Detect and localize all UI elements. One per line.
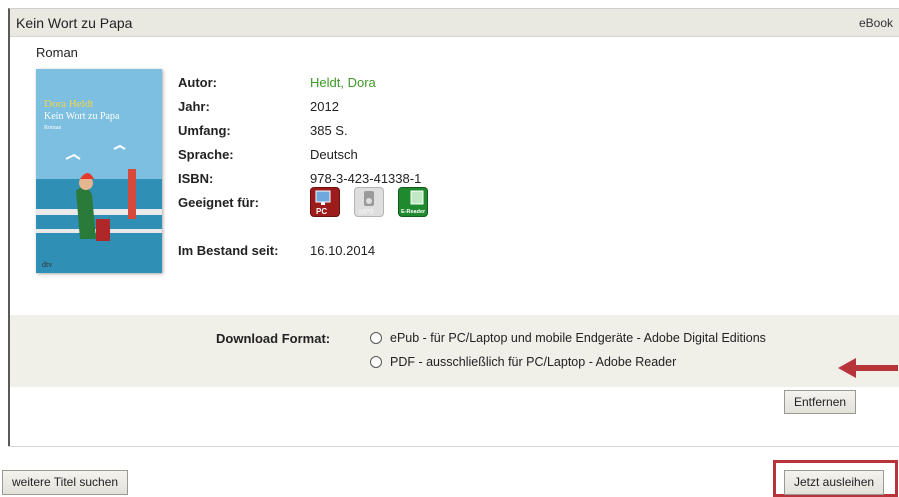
media-type-label: eBook <box>858 16 893 30</box>
author-link[interactable]: Heldt, Dora <box>310 75 376 90</box>
ereader-device-icon: E-Reader <box>398 187 428 217</box>
download-format-label: Download Format: <box>216 331 331 346</box>
arrow-left-icon <box>838 358 898 378</box>
genre-label: Roman <box>36 45 78 60</box>
download-format-section: Download Format: ePub - für PC/Laptop un… <box>10 315 899 387</box>
book-title: Kein Wort zu Papa <box>16 15 133 31</box>
year-label: Jahr: <box>178 99 210 114</box>
language-value: Deutsch <box>310 147 358 162</box>
title-bar: Kein Wort zu Papa eBook <box>10 9 899 37</box>
language-label: Sprache: <box>178 147 234 162</box>
cover-publisher-text: dtv <box>42 260 52 269</box>
isbn-label: ISBN: <box>178 171 214 186</box>
title-panel: Kein Wort zu Papa eBook Roman Dora Heldt… <box>8 8 899 446</box>
remove-button[interactable]: Entfernen <box>784 390 857 414</box>
pc-device-icon: PC <box>310 187 340 217</box>
cover-subtitle-text: Roman <box>44 125 61 131</box>
in-stock-since-value: 16.10.2014 <box>310 243 376 258</box>
mp3-device-label: MP3 <box>359 209 374 216</box>
cover-title-text: Kein Wort zu Papa <box>44 111 120 122</box>
pages-label: Umfang: <box>178 123 231 138</box>
epub-option-label: ePub - für PC/Laptop und mobile Endgerät… <box>390 331 766 345</box>
cover-author-text: Dora Heldt <box>44 98 93 110</box>
year-value: 2012 <box>310 99 339 114</box>
in-stock-since-label: Im Bestand seit: <box>178 243 279 258</box>
divider <box>8 446 899 447</box>
mp3-device-icon: MP3 <box>354 187 384 217</box>
search-more-titles-button[interactable]: weitere Titel suchen <box>2 470 129 495</box>
suitable-for-label: Geeignet für: <box>178 195 259 210</box>
pdf-option-label: PDF - ausschließlich für PC/Laptop - Ado… <box>390 355 677 369</box>
pages-value: 385 S. <box>310 123 348 138</box>
pdf-radio[interactable] <box>370 356 382 368</box>
epub-radio[interactable] <box>370 332 382 344</box>
isbn-value: 978-3-423-41338-1 <box>310 171 422 186</box>
book-cover-image: Dora Heldt Kein Wort zu Papa Roman dtv <box>36 69 162 273</box>
ereader-device-label: E-Reader <box>401 209 426 215</box>
format-option-pdf[interactable]: PDF - ausschließlich für PC/Laptop - Ado… <box>370 355 676 369</box>
borrow-now-button[interactable]: Jetzt ausleihen <box>784 470 885 495</box>
format-option-epub[interactable]: ePub - für PC/Laptop und mobile Endgerät… <box>370 331 766 345</box>
author-label: Autor: <box>178 75 217 90</box>
pc-device-label: PC <box>316 207 327 216</box>
